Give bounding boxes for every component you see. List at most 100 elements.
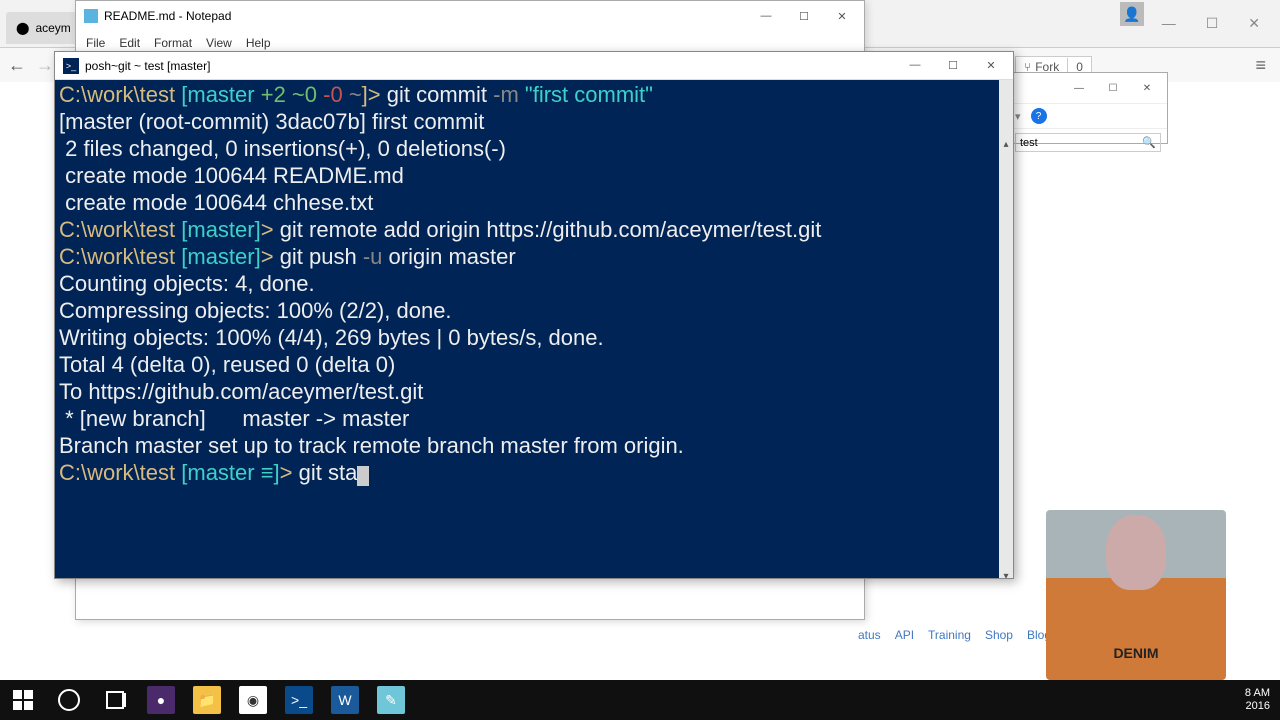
- taskbar: ● 📁 ◉ >_ W ✎ 8 AM 2016: [0, 680, 1280, 720]
- prompt-path: C:\work\test: [59, 460, 181, 485]
- prompt-path: C:\work\test: [59, 244, 181, 269]
- powershell-titlebar[interactable]: >_ posh~git ~ test [master] — ☐ ✕: [55, 52, 1013, 80]
- person-head: [1106, 515, 1166, 590]
- output-line: create mode 100644 README.md: [59, 163, 404, 188]
- menu-file[interactable]: File: [86, 36, 105, 50]
- scroll-up-icon[interactable]: ▴: [999, 132, 1013, 146]
- powershell-title-text: posh~git ~ test [master]: [85, 59, 210, 73]
- cmd-msg: "first commit": [525, 82, 653, 107]
- browser-window-controls: — ☐ ✕: [1162, 15, 1280, 32]
- menu-view[interactable]: View: [206, 36, 232, 50]
- output-line: Writing objects: 100% (4/4), 269 bytes |…: [59, 325, 604, 350]
- menu-edit[interactable]: Edit: [119, 36, 140, 50]
- task-view-icon[interactable]: [92, 680, 138, 720]
- explorer-search-row: test 🔍: [1009, 128, 1167, 156]
- taskbar-app-chrome[interactable]: ◉: [230, 680, 276, 720]
- forward-button[interactable]: →: [36, 55, 54, 76]
- system-clock[interactable]: 8 AM 2016: [1245, 687, 1280, 713]
- footer-status[interactable]: atus: [858, 628, 881, 642]
- maximize-icon[interactable]: ☐: [943, 59, 963, 72]
- taskbar-app-powershell[interactable]: >_: [276, 680, 322, 720]
- cmd-flag: -u: [363, 244, 383, 269]
- search-icon: 🔍: [1142, 136, 1156, 149]
- output-line: 2 files changed, 0 insertions(+), 0 dele…: [59, 136, 506, 161]
- shirt-text: DENIM: [1113, 646, 1158, 660]
- cmd-args: origin master: [382, 244, 515, 269]
- output-line: * [new branch] master -> master: [59, 406, 409, 431]
- output-line: [master (root-commit) 3dac07b] first com…: [59, 109, 484, 134]
- close-icon[interactable]: ✕: [1248, 15, 1260, 32]
- cmd-git-push: git push: [280, 244, 363, 269]
- taskbar-app-firefox[interactable]: ●: [138, 680, 184, 720]
- clock-time: 8 AM: [1245, 687, 1270, 700]
- powershell-window: >_ posh~git ~ test [master] — ☐ ✕ C:\wor…: [54, 51, 1014, 579]
- output-line: Branch master set up to track remote bra…: [59, 433, 684, 458]
- output-line: To https://github.com/aceymer/test.git: [59, 379, 423, 404]
- explorer-titlebar: — ☐ ✕: [1009, 73, 1167, 103]
- taskbar-app-notepad[interactable]: ✎: [368, 680, 414, 720]
- scroll-down-icon[interactable]: ▾: [999, 564, 1013, 578]
- start-button[interactable]: [0, 680, 46, 720]
- output-line: create mode 100644 chhese.txt: [59, 190, 373, 215]
- avatar[interactable]: 👤: [1120, 2, 1144, 26]
- powershell-icon: >_: [63, 58, 79, 74]
- cmd-git-sta: git sta: [299, 460, 358, 485]
- footer-shop[interactable]: Shop: [985, 628, 1013, 642]
- menu-format[interactable]: Format: [154, 36, 192, 50]
- footer-training[interactable]: Training: [928, 628, 971, 642]
- github-footer: atus API Training Shop Blog: [858, 628, 1051, 642]
- prompt-modified: ~0: [292, 82, 323, 107]
- maximize-icon[interactable]: ☐: [1103, 83, 1123, 94]
- cortana-icon[interactable]: [46, 680, 92, 720]
- close-icon[interactable]: ✕: [832, 10, 852, 23]
- explorer-window: — ☐ ✕ ▾ ? test 🔍: [1008, 72, 1168, 144]
- prompt-gt: >: [261, 244, 280, 269]
- notepad-title-text: README.md - Notepad: [104, 9, 231, 23]
- prompt-branch: [master: [181, 82, 260, 107]
- webcam-feed: DENIM: [1046, 510, 1226, 680]
- browser-tab[interactable]: ⬤ aceym: [6, 12, 76, 44]
- notepad-titlebar[interactable]: README.md - Notepad — ☐ ✕: [76, 1, 864, 31]
- back-button[interactable]: ←: [8, 55, 26, 76]
- notepad-icon: [84, 9, 98, 23]
- terminal-output[interactable]: C:\work\test [master +2 ~0 -0 ~]> git co…: [55, 80, 1013, 578]
- maximize-icon[interactable]: ☐: [794, 10, 814, 23]
- clock-date: 2016: [1245, 700, 1270, 713]
- menu-icon[interactable]: ≡: [1249, 55, 1272, 76]
- explorer-toolbar: ▾ ?: [1009, 103, 1167, 128]
- cmd-git-remote: git remote add origin https://github.com…: [280, 217, 822, 242]
- taskbar-app-word[interactable]: W: [322, 680, 368, 720]
- output-line: Compressing objects: 100% (2/2), done.: [59, 298, 452, 323]
- cmd-flag: -m: [493, 82, 525, 107]
- menu-help[interactable]: Help: [246, 36, 271, 50]
- close-icon[interactable]: ✕: [981, 59, 1001, 72]
- tab-title: aceym: [35, 21, 70, 35]
- github-icon: ⬤: [16, 21, 29, 35]
- prompt-added: +2: [261, 82, 292, 107]
- cmd-git-commit: git commit: [387, 82, 493, 107]
- maximize-icon[interactable]: ☐: [1206, 15, 1219, 32]
- help-icon[interactable]: ?: [1031, 108, 1047, 124]
- prompt-branch: [master ≡]: [181, 460, 279, 485]
- prompt-path: C:\work\test: [59, 217, 181, 242]
- scrollbar[interactable]: ▴ ▾: [999, 80, 1013, 578]
- prompt-tracked: ~: [349, 82, 362, 107]
- minimize-icon[interactable]: —: [1069, 83, 1089, 94]
- search-input[interactable]: test 🔍: [1015, 133, 1161, 152]
- prompt-deleted: -0: [323, 82, 349, 107]
- close-icon[interactable]: ✕: [1137, 83, 1157, 94]
- taskbar-app-explorer[interactable]: 📁: [184, 680, 230, 720]
- output-line: Counting objects: 4, done.: [59, 271, 315, 296]
- prompt-path: C:\work\test: [59, 82, 181, 107]
- prompt-branch: [master]: [181, 244, 260, 269]
- footer-api[interactable]: API: [895, 628, 914, 642]
- search-text: test: [1020, 137, 1038, 149]
- minimize-icon[interactable]: —: [756, 10, 776, 23]
- prompt-branch: [master]: [181, 217, 260, 242]
- minimize-icon[interactable]: —: [905, 59, 925, 72]
- cursor: [357, 466, 369, 486]
- dropdown-icon[interactable]: ▾: [1015, 110, 1021, 123]
- minimize-icon[interactable]: —: [1162, 15, 1176, 32]
- output-line: Total 4 (delta 0), reused 0 (delta 0): [59, 352, 395, 377]
- prompt-gt: >: [261, 217, 280, 242]
